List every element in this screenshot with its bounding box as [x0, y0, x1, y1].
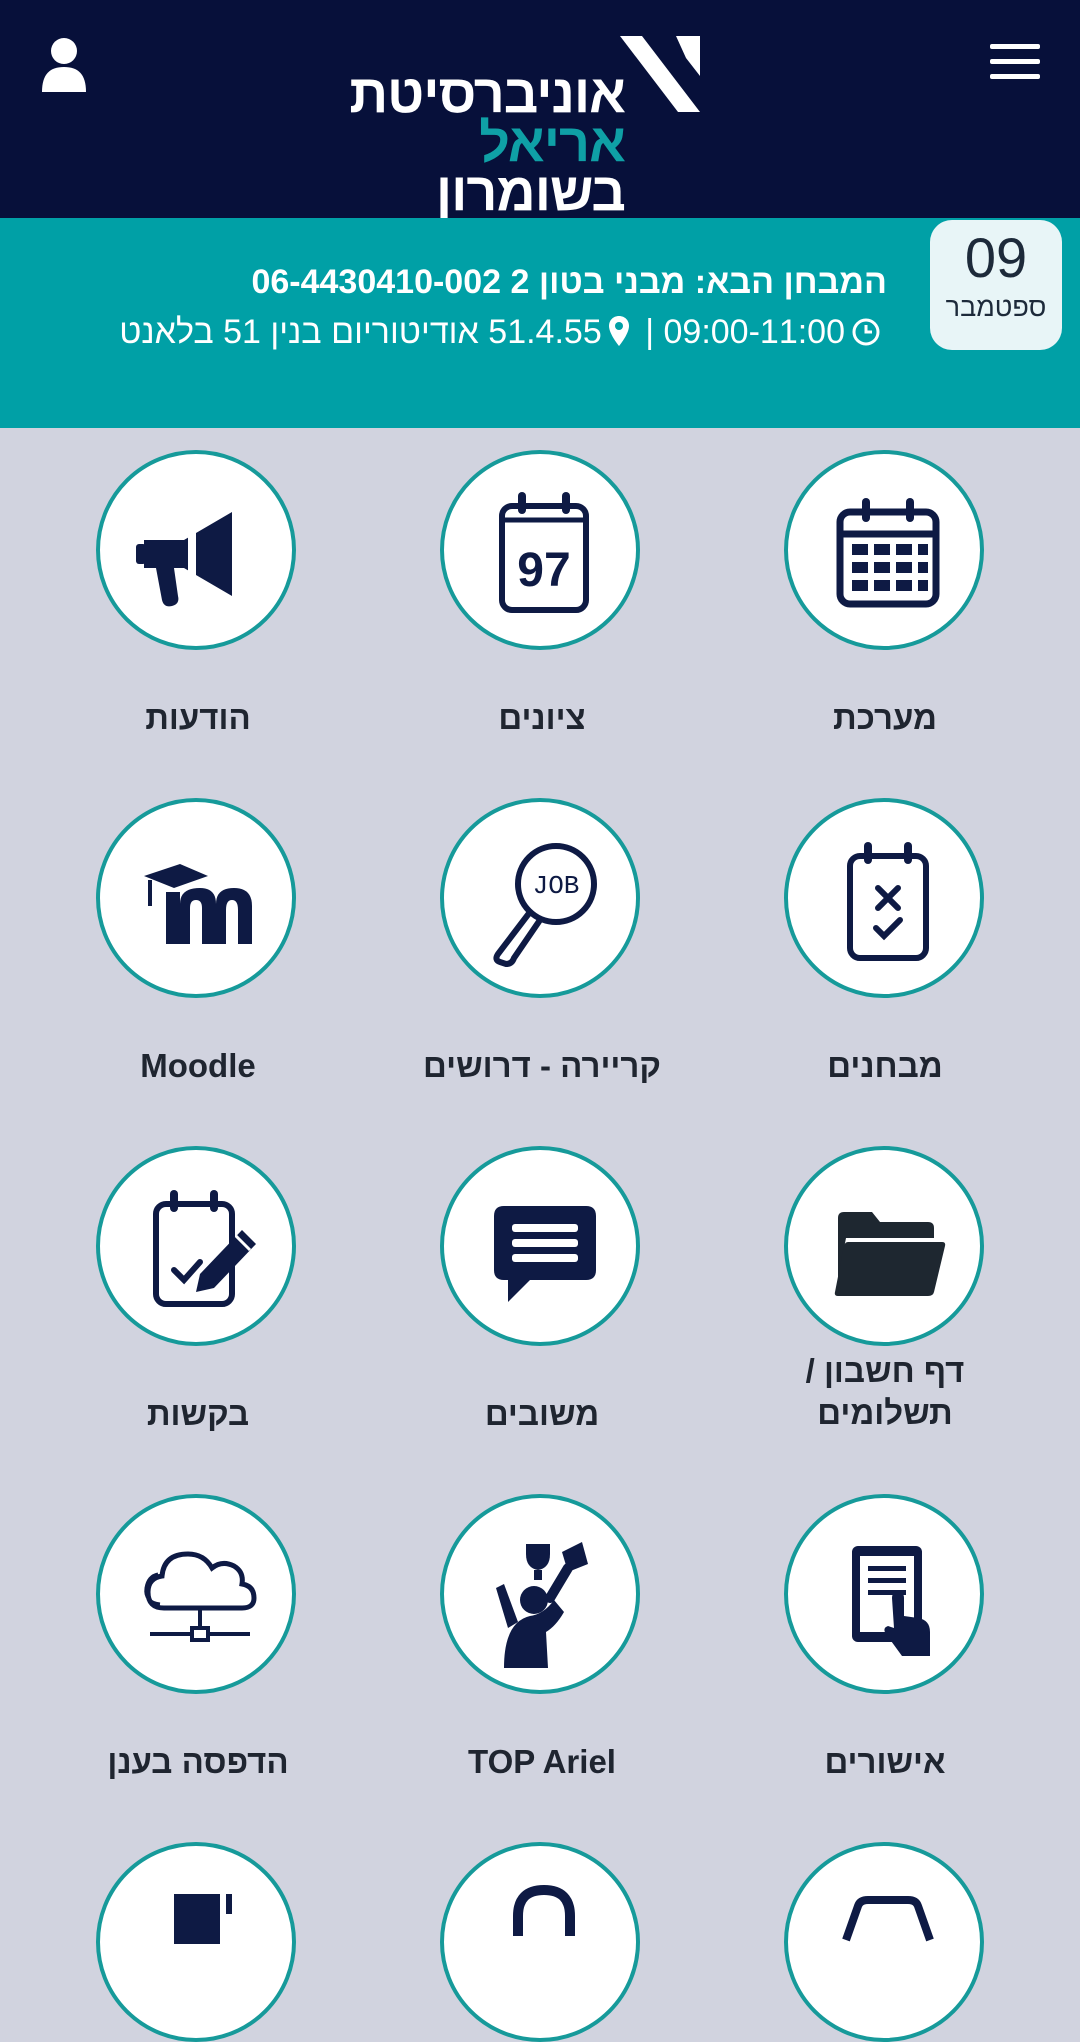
- chat-bubble-icon: [494, 1206, 596, 1302]
- tile-messages-button[interactable]: [96, 450, 296, 650]
- tile-career-button[interactable]: JOB: [440, 798, 640, 998]
- document-touch-icon: [852, 1546, 930, 1656]
- details-separator: |: [645, 313, 655, 351]
- exam-time: 09:00-11:00: [663, 313, 846, 351]
- tile-feedback-label: משובים: [484, 1395, 600, 1432]
- megaphone-icon: [136, 512, 232, 607]
- tile-schedule-label: מערכת: [832, 699, 937, 736]
- tile-grades-label: ציונים: [498, 699, 586, 736]
- tile-exams-label: מבחנים: [827, 1047, 943, 1084]
- tile-feedback-button[interactable]: [440, 1146, 640, 1346]
- tile-row5-left-button[interactable]: [96, 1842, 296, 2042]
- location-pin-icon: [608, 316, 629, 346]
- exam-date-month: ספטמבר: [945, 292, 1047, 322]
- lock-icon: [513, 1884, 575, 1936]
- tile-grades-button[interactable]: 97: [440, 450, 640, 650]
- moodle-icon: [144, 864, 252, 944]
- grades-97-icon: 97: [499, 492, 589, 613]
- tile-approvals-label: אישורים: [824, 1743, 946, 1780]
- tile-moodle-label: Moodle: [140, 1047, 256, 1084]
- tile-account-button[interactable]: [784, 1146, 984, 1346]
- request-form-icon: [153, 1190, 256, 1307]
- clock-icon: [852, 318, 880, 346]
- grades-icon-text: 97: [517, 544, 570, 597]
- book-icon: [174, 1894, 232, 1944]
- tile-top-ariel-button[interactable]: [440, 1494, 640, 1694]
- user-icon: [42, 38, 86, 92]
- menu-bar: [990, 74, 1040, 79]
- exam-location: 51.4.55 אודיטוריום בנין 51 בלאנט: [119, 313, 602, 351]
- next-exam-details: 09:00-11:00 | 51.4.55 אודיטוריום בנין 51…: [27, 312, 887, 352]
- menu-bar: [990, 44, 1040, 49]
- tile-row5-right-button[interactable]: [784, 1842, 984, 2042]
- app-header: אוניברסיטת אריאל בשומרון: [0, 0, 1080, 220]
- calendar-icon: [836, 498, 940, 608]
- tile-cloud-print-button[interactable]: [96, 1494, 296, 1694]
- next-exam-title: המבחן הבא: מבני בטון 2 06-4430410-002: [251, 263, 887, 301]
- tile-requests-button[interactable]: [96, 1146, 296, 1346]
- exam-date-badge: 09 ספטמבר: [930, 220, 1062, 350]
- tile-schedule-button[interactable]: [784, 450, 984, 650]
- tile-top-ariel-label: TOP Ariel: [468, 1743, 616, 1780]
- trophy-winner-icon: [496, 1542, 588, 1668]
- car-icon: [842, 1896, 934, 1942]
- logo-text-line3: בשומרון: [435, 162, 626, 222]
- exam-clipboard-icon: [847, 842, 929, 961]
- tile-messages-label: הודעות: [145, 699, 251, 736]
- folder-icon: [834, 1212, 946, 1296]
- hamburger-menu-button[interactable]: [990, 44, 1040, 84]
- exam-date-day: 09: [964, 226, 1028, 289]
- logo-mark-icon: [620, 36, 700, 112]
- tile-cloud-print-label: הדפסה בענן: [107, 1743, 289, 1780]
- tile-account-label: דף חשבון / תשלומים: [805, 1352, 965, 1431]
- tile-moodle-button[interactable]: [96, 798, 296, 998]
- user-profile-button[interactable]: [40, 36, 88, 92]
- tile-career-label: קריירה - דרושים: [423, 1047, 661, 1084]
- tile-row5-middle-button[interactable]: [440, 1842, 640, 2042]
- tile-approvals-button[interactable]: [784, 1494, 984, 1694]
- menu-bar: [990, 59, 1040, 64]
- job-search-icon: JOB: [493, 843, 597, 968]
- cloud-print-icon: [144, 1551, 257, 1642]
- university-logo: אוניברסיטת אריאל בשומרון: [349, 30, 700, 220]
- tile-requests-label: בקשות: [146, 1395, 250, 1432]
- tile-exams-button[interactable]: [784, 798, 984, 998]
- job-icon-text: JOB: [533, 871, 580, 901]
